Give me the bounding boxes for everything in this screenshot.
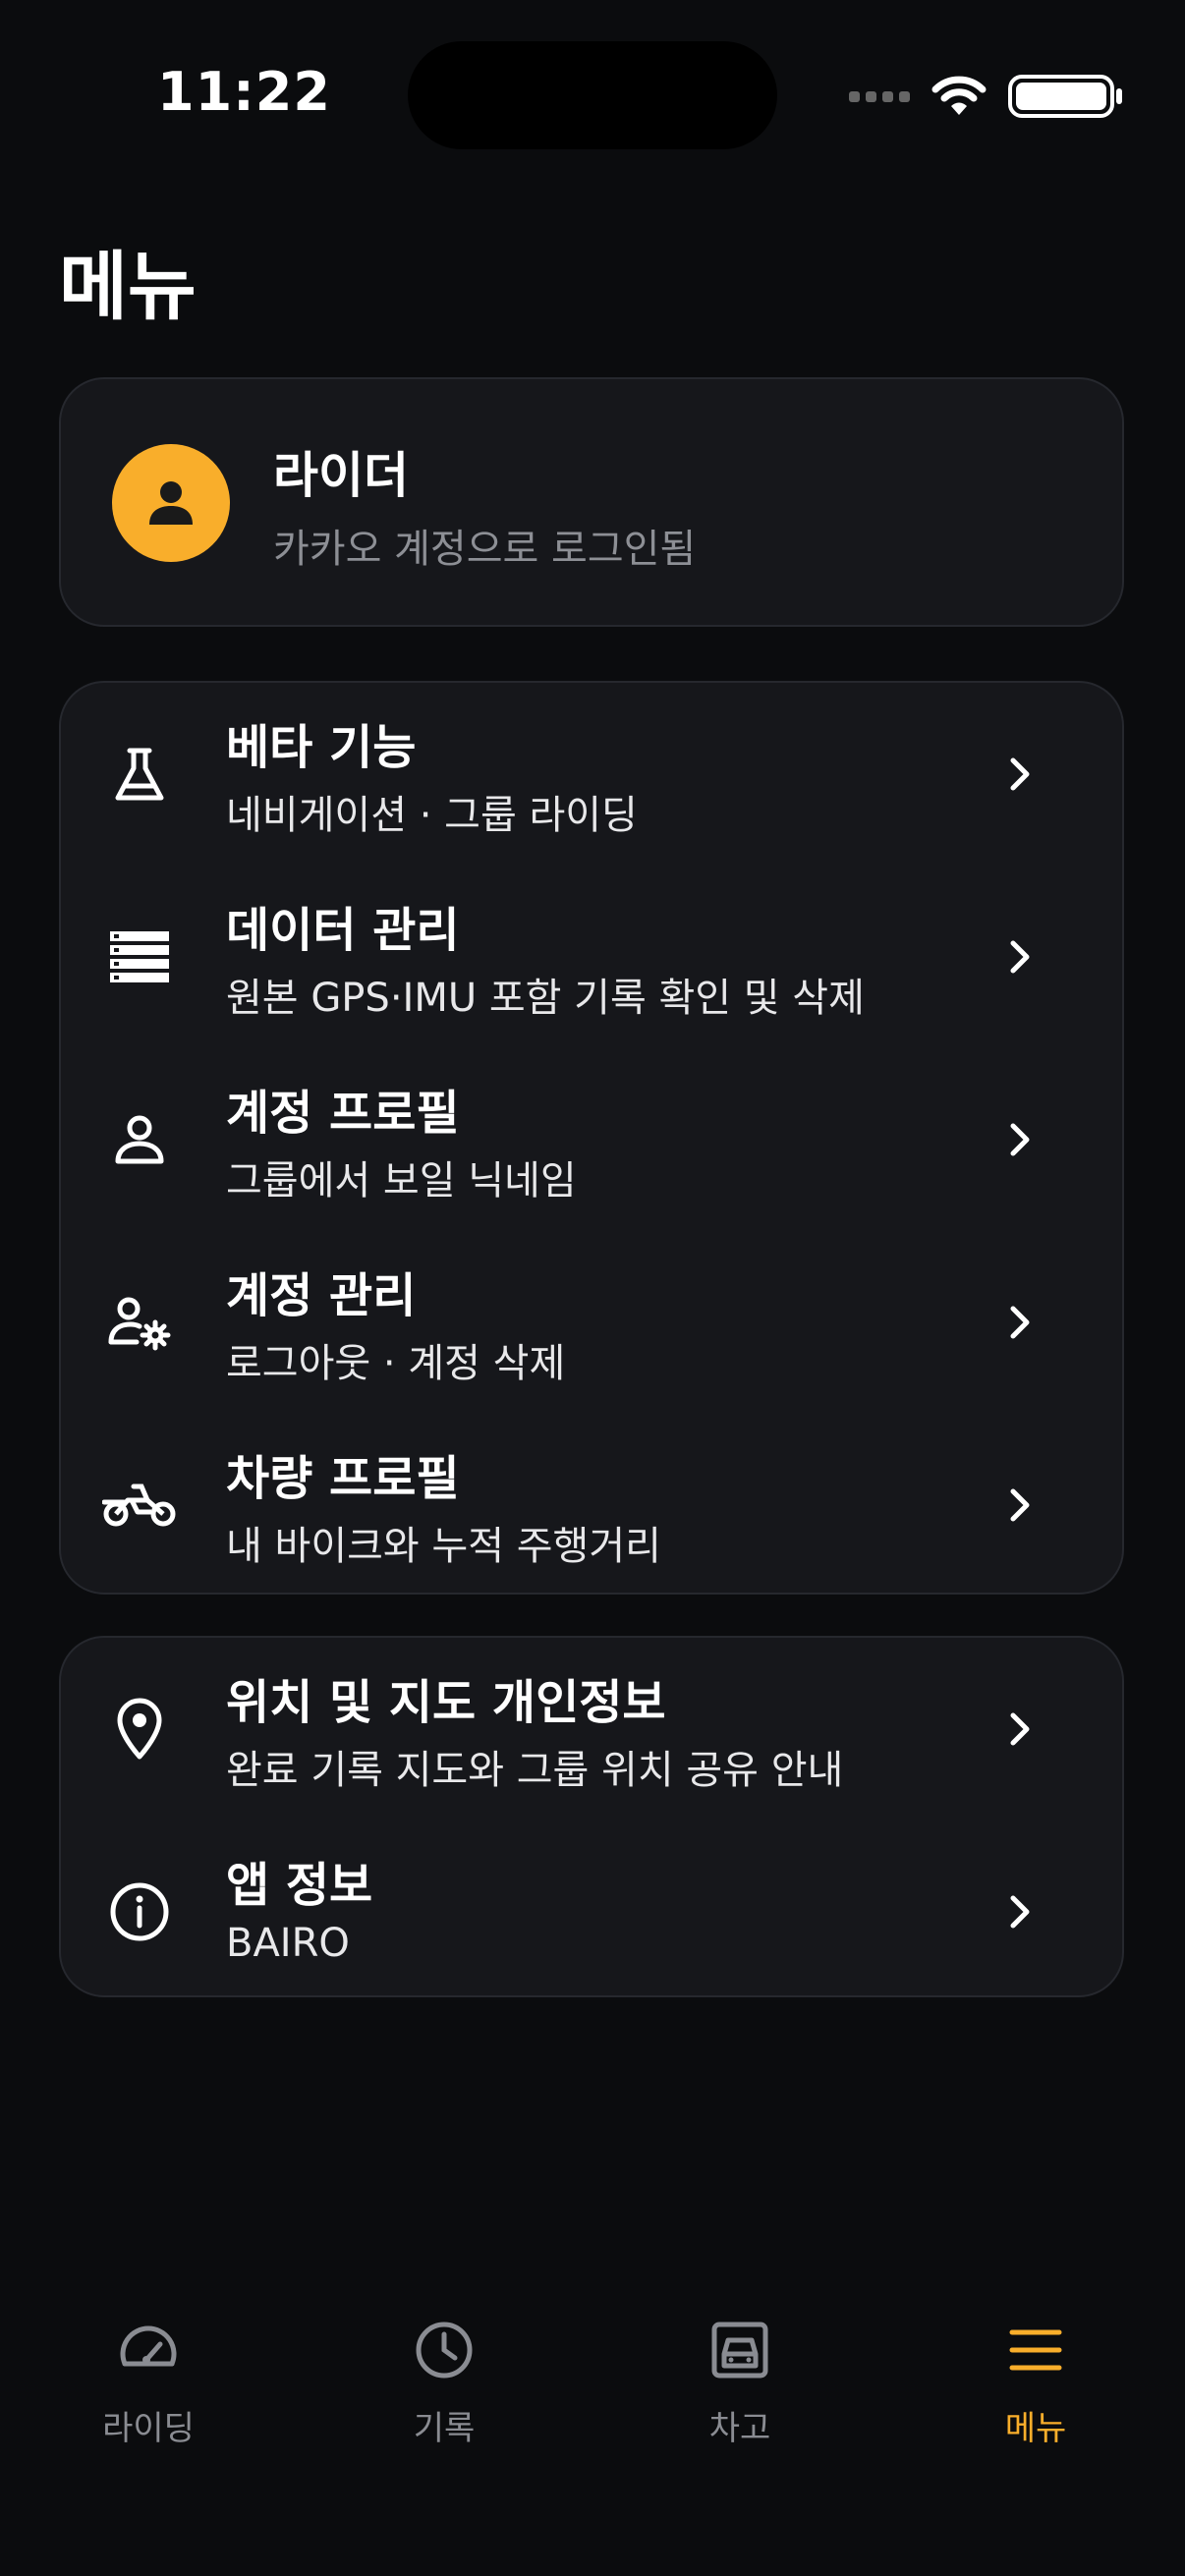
chevron-right-icon [1010,1488,1030,1522]
profile-name: 라이더 [273,447,409,504]
menu-icon [1009,2329,1062,2371]
person-icon [100,1100,179,1179]
profile-login-status: 카카오 계정으로 로그인됨 [273,527,697,572]
menu-item-subtitle: BAIRO [226,1921,350,1966]
flask-icon [100,735,179,813]
settings-group-info: 위치 및 지도 개인정보 완료 기록 지도와 그룹 위치 공유 안내 앱 정보 … [59,1636,1124,1997]
person-icon [149,481,193,525]
profile-card[interactable]: 라이더 카카오 계정으로 로그인됨 [59,377,1124,627]
menu-item-beta-features[interactable]: 베타 기능 네비게이션 · 그룹 라이딩 [61,683,1122,866]
info-icon [100,1873,179,1951]
clock-icon [416,2322,473,2379]
menu-item-subtitle: 그룹에서 보일 닉네임 [226,1158,577,1204]
tab-label: 기록 [413,2409,476,2448]
tab-label: 라이딩 [102,2409,195,2448]
menu-item-account-profile[interactable]: 계정 프로필 그룹에서 보일 닉네임 [61,1048,1122,1231]
menu-item-title: 데이터 관리 [226,903,460,958]
menu-item-location-privacy[interactable]: 위치 및 지도 개인정보 완료 기록 지도와 그룹 위치 공유 안내 [61,1638,1122,1820]
chevron-right-icon [1010,1712,1030,1746]
menu-item-title: 계정 프로필 [226,1086,460,1141]
tab-garage[interactable]: 차고 [642,2289,838,2486]
tab-menu[interactable]: 메뉴 [937,2289,1134,2486]
menu-item-title: 베타 기능 [226,720,417,775]
settings-group-main: 베타 기능 네비게이션 · 그룹 라이딩 데이터 관리 원본 GPS·IMU 포… [59,681,1124,1595]
menu-item-title: 계정 관리 [226,1268,417,1323]
menu-item-title: 차량 프로필 [226,1451,460,1506]
speedometer-icon [120,2325,177,2367]
tab-riding[interactable]: 라이딩 [50,2289,247,2486]
status-time: 11:22 [157,61,331,123]
tab-history[interactable]: 기록 [346,2289,542,2486]
database-icon [100,918,179,996]
menu-item-app-info[interactable]: 앱 정보 BAIRO [61,1820,1122,2003]
menu-item-subtitle: 로그아웃 · 계정 삭제 [226,1341,566,1386]
location-pin-icon [100,1690,179,1768]
menu-item-subtitle: 네비게이션 · 그룹 라이딩 [226,793,638,838]
menu-item-data-management[interactable]: 데이터 관리 원본 GPS·IMU 포함 기록 확인 및 삭제 [61,866,1122,1048]
motorcycle-icon [100,1466,179,1544]
tab-label: 차고 [708,2409,771,2448]
cellular-signal-icon [849,90,910,102]
chevron-right-icon [1010,1123,1030,1156]
wifi-icon [931,76,987,115]
menu-item-title: 위치 및 지도 개인정보 [226,1675,666,1730]
chevron-right-icon [1010,1306,1030,1339]
menu-item-account-management[interactable]: 계정 관리 로그아웃 · 계정 삭제 [61,1231,1122,1414]
tab-bar: 라이딩 기록 차고 메뉴 [0,2289,1185,2486]
garage-icon [711,2322,768,2379]
dynamic-island [408,41,777,149]
avatar [112,444,230,562]
tab-label: 메뉴 [1004,2409,1067,2448]
menu-item-subtitle: 완료 기록 지도와 그룹 위치 공유 안내 [226,1748,844,1793]
page-title: 메뉴 [59,243,197,330]
menu-item-subtitle: 원본 GPS·IMU 포함 기록 확인 및 삭제 [226,976,865,1021]
chevron-right-icon [1010,757,1030,791]
menu-item-title: 앱 정보 [226,1858,373,1913]
chevron-right-icon [1010,1895,1030,1929]
status-indicators [849,69,1126,124]
person-gear-icon [100,1283,179,1362]
menu-item-subtitle: 내 바이크와 누적 주행거리 [226,1524,661,1569]
menu-item-vehicle-profile[interactable]: 차량 프로필 내 바이크와 누적 주행거리 [61,1414,1122,1596]
battery-icon [1008,75,1122,118]
chevron-right-icon [1010,940,1030,974]
